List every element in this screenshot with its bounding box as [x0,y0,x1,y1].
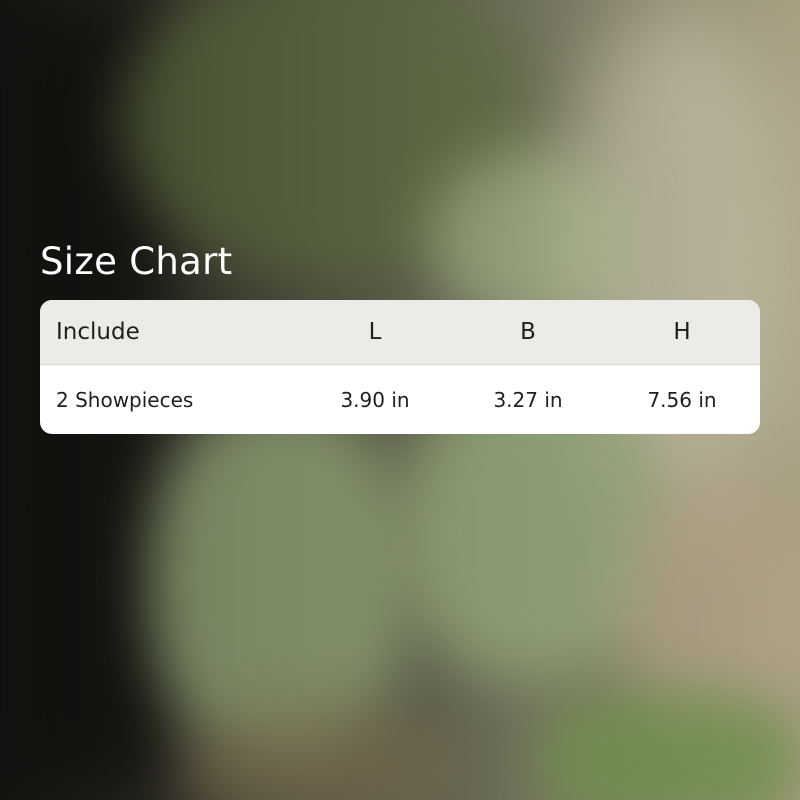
table-row: 2 Showpieces 3.90 in 3.27 in 7.56 in [40,365,760,434]
cell-breadth: 3.27 in [493,388,563,412]
size-chart-table: Include L B H 2 Showpieces 3.90 in 3.27 … [40,300,760,434]
cell-length: 3.90 in [340,388,410,412]
header-breadth: B [520,319,536,345]
cell-include: 2 Showpieces [56,388,194,412]
table-header-row: Include L B H [40,300,760,365]
header-length: L [368,319,382,345]
page-title: Size Chart [40,240,233,283]
cell-height: 7.56 in [647,388,717,412]
header-include: Include [56,319,140,345]
header-height: H [673,319,691,345]
